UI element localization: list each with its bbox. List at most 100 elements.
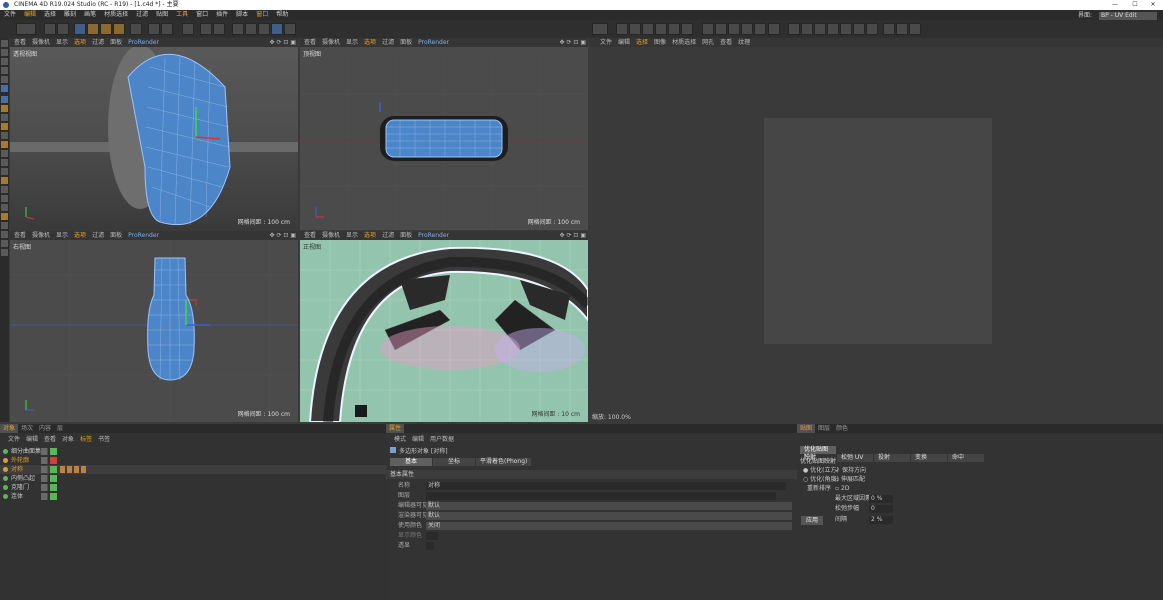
floor-icon[interactable]	[258, 23, 270, 35]
viewport-right[interactable]: 查看 摄像机 显示 选项 过滤 面板 ProRender ✥ ⟳ ⊡ ▣ 右视图 网格间距 …	[10, 231, 298, 422]
light-icon[interactable]	[284, 23, 296, 35]
tool-2-icon[interactable]	[1, 49, 8, 56]
visibility-flags[interactable]	[41, 448, 57, 455]
uv-menu-material-select[interactable]: 材质选择	[672, 39, 696, 46]
uv-menu-select[interactable]: 选择	[636, 39, 648, 46]
apply-button[interactable]: 应用	[801, 516, 823, 525]
viewport-nav-icons[interactable]: ✥ ⟳ ⊡ ▣	[270, 39, 296, 46]
uv-check-stretch[interactable]: ▫ 伸展匹配	[835, 476, 865, 484]
menu-help[interactable]: 帮助	[272, 10, 292, 20]
spacing-input[interactable]: 2 %	[869, 516, 893, 524]
visibility-flags[interactable]	[41, 493, 57, 500]
axis-x-icon[interactable]	[100, 23, 112, 35]
layout-dropdown[interactable]: BP - UV Edit	[1099, 12, 1157, 20]
tool-23-icon[interactable]	[1, 240, 8, 247]
checker-icon[interactable]	[592, 23, 608, 35]
om-menu-object[interactable]: 对象	[62, 436, 74, 443]
menu-filter[interactable]: 过滤	[132, 10, 152, 20]
vp-menu-display[interactable]: 显示	[346, 232, 358, 239]
menu-plugins[interactable]: 插件	[212, 10, 232, 20]
uv-tool-8-icon[interactable]	[715, 23, 727, 35]
tool-20-icon[interactable]	[1, 213, 8, 220]
menu-sculpt[interactable]: 雕刻	[60, 10, 80, 20]
maximize-button[interactable]: ☐	[1127, 0, 1143, 10]
xray-checkbox[interactable]	[426, 542, 434, 550]
vp-menu-view[interactable]: 查看	[304, 39, 316, 46]
vp-menu-display[interactable]: 显示	[56, 232, 68, 239]
uv-check-keep-orientation[interactable]: ✓ 保持方向	[835, 467, 866, 475]
attr-menu-mode[interactable]: 模式	[394, 436, 406, 443]
uv-tool-5-icon[interactable]	[668, 23, 680, 35]
uv-canvas[interactable]	[764, 118, 992, 344]
vp-menu-options[interactable]: 选项	[364, 39, 376, 46]
visibility-flags[interactable]	[41, 475, 57, 482]
vp-menu-filter[interactable]: 过滤	[382, 232, 394, 239]
object-row-selected[interactable]: 对称	[0, 465, 386, 474]
display-color-swatch[interactable]	[426, 532, 438, 540]
uv-tool-16-icon[interactable]	[840, 23, 852, 35]
uv-menu-view[interactable]: 查看	[720, 39, 732, 46]
tab-uv-mapping[interactable]: 贴图	[797, 424, 816, 433]
tool-8-icon[interactable]	[1, 105, 8, 112]
max-area-input[interactable]: 0 %	[869, 495, 893, 503]
vp-menu-panel[interactable]: 面板	[110, 232, 122, 239]
vp-menu-display[interactable]: 显示	[346, 39, 358, 46]
tool-6-icon[interactable]	[1, 85, 8, 92]
object-row[interactable]: 克隆门	[0, 483, 386, 492]
axis-y-icon[interactable]	[113, 23, 125, 35]
tool-24-icon[interactable]	[1, 249, 8, 256]
render-view-icon[interactable]	[161, 23, 173, 35]
menu-window-2[interactable]: 窗口	[252, 10, 272, 20]
vp-menu-filter[interactable]: 过滤	[92, 232, 104, 239]
menu-edit[interactable]: 编辑	[20, 10, 40, 20]
deformer-icon[interactable]	[245, 23, 257, 35]
tool-21-icon[interactable]	[1, 222, 8, 229]
uv-tool-6-icon[interactable]	[681, 23, 693, 35]
tool-7-icon[interactable]	[1, 96, 8, 103]
vp-menu-prorender[interactable]: ProRender	[128, 39, 159, 46]
vp-menu-view[interactable]: 查看	[14, 232, 26, 239]
uv-tool-14-icon[interactable]	[814, 23, 826, 35]
tab-layers[interactable]: 层	[54, 424, 66, 433]
use-color-dropdown[interactable]: 关闭	[426, 522, 792, 530]
uv-tool-21-icon[interactable]	[909, 23, 921, 35]
attr-tab-coord[interactable]: 坐标	[433, 458, 475, 466]
menu-window[interactable]: 窗口	[192, 10, 212, 20]
om-menu-bookmarks[interactable]: 书签	[98, 436, 110, 443]
tab-uv-colors[interactable]: 颜色	[833, 424, 851, 433]
tool-3-icon[interactable]	[1, 58, 8, 65]
om-menu-file[interactable]: 文件	[8, 436, 20, 443]
tool-22-icon[interactable]	[1, 231, 8, 238]
uv-tool-12-icon[interactable]	[788, 23, 800, 35]
menu-material-select[interactable]: 材质选择	[100, 10, 132, 20]
tab-takes[interactable]: 场次	[18, 424, 36, 433]
uv-option-angle[interactable]: ○ 优化(角度)	[803, 476, 839, 484]
uv-tool-9-icon[interactable]	[728, 23, 740, 35]
om-menu-view[interactable]: 查看	[44, 436, 56, 443]
vp-menu-options[interactable]: 选项	[74, 232, 86, 239]
uv-check-2d[interactable]: ▫ 2D	[835, 485, 849, 493]
move-icon[interactable]	[57, 23, 69, 35]
uv-tool-15-icon[interactable]	[827, 23, 839, 35]
layer-input[interactable]	[426, 492, 776, 500]
attr-menu-edit[interactable]: 编辑	[412, 436, 424, 443]
uv-btn-hit[interactable]: 命中	[948, 454, 984, 462]
vp-menu-panel[interactable]: 面板	[110, 39, 122, 46]
vp-menu-panel[interactable]: 面板	[400, 39, 412, 46]
object-row[interactable]: 细分曲面集	[0, 447, 386, 456]
viewport-perspective[interactable]: 查看 摄像机 显示 选项 过滤 面板 ProRender ✥ ⟳ ⊡ ▣ 透视视图 网格间距…	[10, 38, 298, 230]
vp-menu-filter[interactable]: 过滤	[92, 39, 104, 46]
viewport-nav-icons[interactable]: ✥ ⟳ ⊡ ▣	[560, 39, 586, 46]
uv-menu-texture[interactable]: 纹理	[738, 39, 750, 46]
vp-menu-filter[interactable]: 过滤	[382, 39, 394, 46]
tool-13-icon[interactable]	[1, 150, 8, 157]
uv-tool-10-icon[interactable]	[741, 23, 753, 35]
vp-menu-view[interactable]: 查看	[14, 39, 26, 46]
editor-visible-dropdown[interactable]: 默认	[426, 502, 792, 510]
render-region-icon[interactable]	[148, 23, 160, 35]
om-menu-edit[interactable]: 编辑	[26, 436, 38, 443]
tool-15-icon[interactable]	[1, 168, 8, 175]
tab-objects[interactable]: 对象	[0, 424, 19, 433]
object-row[interactable]: 连体	[0, 492, 386, 501]
menu-brush[interactable]: 画笔	[80, 10, 100, 20]
